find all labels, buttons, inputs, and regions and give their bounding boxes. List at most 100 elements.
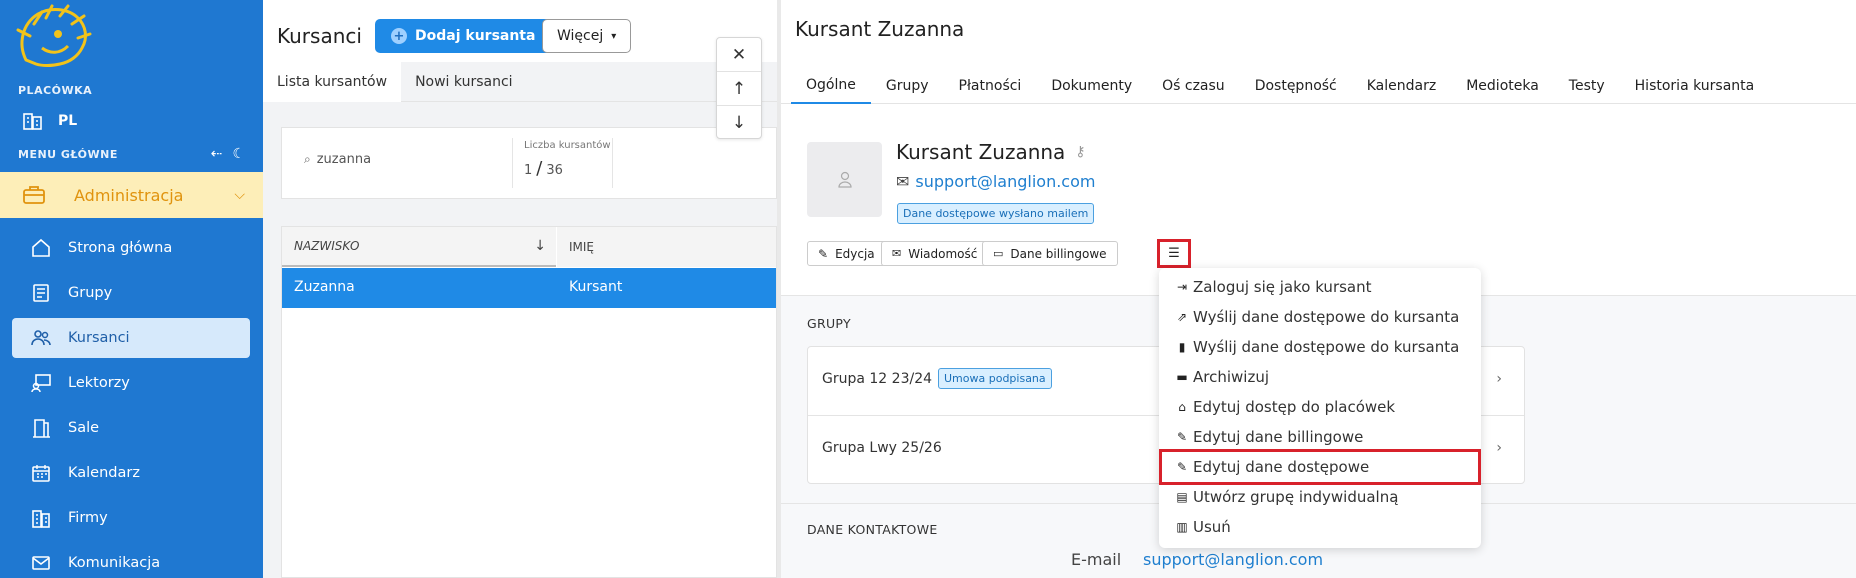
table-row[interactable]: Zuzanna Kursant	[282, 268, 776, 308]
tab-kalendarz[interactable]: Kalendarz	[1352, 68, 1451, 104]
student-name: Kursant Zuzanna ⚷	[896, 140, 1086, 164]
column-header-imie[interactable]: IMIĘ	[557, 227, 776, 267]
door-icon	[33, 419, 50, 438]
menu-item-create-individual-group[interactable]: ▤ Utwórz grupę indywidualną	[1175, 484, 1398, 510]
plus-circle-icon: +	[391, 28, 407, 44]
calendar-icon	[32, 465, 50, 482]
sidebar-item-sale[interactable]: Sale	[12, 408, 250, 448]
envelope-icon: ✉	[892, 247, 902, 260]
cell-surname: Zuzanna	[294, 279, 355, 295]
pencil-icon: ✎	[818, 246, 829, 261]
caret-down-icon: ▾	[611, 30, 617, 42]
envelope-icon	[32, 556, 50, 570]
tab-grupy[interactable]: Grupy	[871, 68, 944, 104]
avatar	[807, 142, 882, 217]
edit-button[interactable]: ✎ Edycja	[807, 241, 886, 266]
sidebar-item-label: Strona główna	[68, 240, 173, 256]
tab-medioteka[interactable]: Medioteka	[1451, 68, 1554, 104]
placowka-selector[interactable]: PL	[22, 111, 77, 131]
menu-item-label: Edytuj dostęp do placówek	[1193, 398, 1396, 416]
group-name: Grupa 12 23/24	[822, 371, 933, 387]
briefcase-icon	[23, 186, 45, 204]
arrow-up-icon[interactable]: ↑	[717, 72, 761, 106]
teacher-icon	[31, 374, 51, 393]
sidebar-item-label: Sale	[68, 420, 100, 436]
placowka-value: PL	[58, 113, 78, 129]
hamburger-menu-button[interactable]: ☰	[1157, 239, 1191, 268]
add-student-button[interactable]: + Dodaj kursanta	[375, 19, 552, 53]
sidebar-item-lektorzy[interactable]: Lektorzy	[12, 363, 250, 403]
menu-item-send-access-sms[interactable]: ▮ Wyślij dane dostępowe do kursanta	[1175, 334, 1460, 360]
tab-historia-kursanta[interactable]: Historia kursanta	[1620, 68, 1770, 104]
tab-dostepnosc[interactable]: Dostępność	[1240, 68, 1352, 104]
status-badge: Dane dostępowe wysłano mailem	[897, 203, 1095, 224]
tab-dokumenty[interactable]: Dokumenty	[1036, 68, 1147, 104]
sidebar-item-label: Komunikacja	[68, 555, 161, 571]
sidebar-item-komunikacja[interactable]: Komunikacja	[12, 543, 250, 578]
tab-os-czasu[interactable]: Oś czasu	[1147, 68, 1240, 104]
menu-item-edit-billing[interactable]: ✎ Edytuj dane billingowe	[1175, 424, 1363, 450]
cell-name: Kursant	[569, 279, 623, 295]
more-label: Więcej	[557, 28, 604, 44]
moon-icon[interactable]: ☾	[232, 146, 245, 162]
key-icon[interactable]: ⚷	[1075, 144, 1085, 160]
arrow-down-icon[interactable]: ↓	[717, 106, 761, 140]
sidebar-item-label: Lektorzy	[68, 375, 130, 391]
menu-item-label: Archiwizuj	[1193, 368, 1270, 386]
students-list-panel: Kursanci + Dodaj kursanta Więcej ▾ Lista…	[263, 0, 777, 578]
menu-item-delete[interactable]: ▥ Usuń	[1175, 514, 1230, 540]
billing-label: Dane billingowe	[1010, 246, 1107, 261]
user-placeholder-icon	[837, 171, 852, 188]
sidebar-item-kursanci[interactable]: Kursanci	[12, 318, 250, 358]
search-input[interactable]: ⌕ zuzanna	[304, 152, 371, 167]
student-email[interactable]: ✉ support@langlion.com	[896, 172, 1095, 191]
billing-button[interactable]: ▭ Dane billingowe	[982, 241, 1118, 266]
message-button[interactable]: ✉ Wiadomość	[881, 241, 989, 266]
sidebar-item-strona-glowna[interactable]: Strona główna	[12, 228, 250, 268]
building-icon	[23, 113, 42, 130]
trash-icon: ▥	[1176, 520, 1188, 534]
sidebar-item-firmy[interactable]: Firmy	[12, 498, 250, 538]
tab-platnosci[interactable]: Płatności	[944, 68, 1037, 104]
contact-email-value[interactable]: support@langlion.com	[1143, 550, 1323, 569]
student-name-text: Kursant Zuzanna	[896, 140, 1066, 164]
column-header-nazwisko[interactable]: NAZWISKO ↓	[282, 227, 556, 267]
message-label: Wiadomość	[908, 246, 978, 261]
list-body: ⌕ zuzanna Liczba kursantów 1/36 NAZWISKO…	[263, 102, 777, 578]
close-icon[interactable]: ✕	[717, 38, 761, 72]
contact-email-label: E-mail	[1071, 550, 1122, 569]
menu-item-label: Edytuj dane billingowe	[1193, 428, 1364, 446]
divider	[512, 138, 513, 188]
book-icon: ▤	[1176, 490, 1188, 504]
count-total: 36	[546, 163, 563, 178]
tab-lista-kursantow[interactable]: Lista kursantów	[263, 62, 402, 102]
count-current: 1	[524, 163, 533, 178]
users-icon	[31, 330, 51, 346]
menu-item-archive[interactable]: ▬ Archiwizuj	[1175, 364, 1269, 390]
mobile-icon: ▮	[1178, 340, 1186, 354]
edit-label: Edycja	[835, 246, 875, 261]
hamburger-icon: ☰	[1168, 246, 1180, 261]
more-button[interactable]: Więcej ▾	[542, 19, 632, 53]
chevron-right-icon: ›	[1496, 371, 1502, 387]
group-name: Grupa Lwy 25/26	[822, 440, 942, 456]
tab-nowi-kursanci[interactable]: Nowi kursanci	[401, 62, 526, 102]
sidebar-item-kalendarz[interactable]: Kalendarz	[12, 453, 250, 493]
add-student-label: Dodaj kursanta	[415, 28, 536, 44]
chevron-right-icon: ›	[1496, 440, 1502, 456]
student-email-text: support@langlion.com	[915, 172, 1096, 191]
menu-item-login-as-student[interactable]: ⇥ Zaloguj się jako kursant	[1175, 274, 1372, 300]
collapse-arrow-icon[interactable]: ⇠	[211, 146, 223, 162]
edit-icon: ✎	[1176, 430, 1188, 444]
administracja-menu[interactable]: Administracja ⌵	[0, 172, 263, 218]
lion-logo-icon[interactable]	[12, 4, 92, 70]
page-title: Kursanci	[277, 24, 362, 48]
tab-testy[interactable]: Testy	[1554, 68, 1620, 104]
menu-item-send-access-email[interactable]: ⇗ Wyślij dane dostępowe do kursanta	[1175, 304, 1459, 330]
building-icon	[32, 510, 50, 528]
sidebar-item-label: Grupy	[68, 285, 113, 301]
menu-item-edit-branch-access[interactable]: ⌂ Edytuj dostęp do placówek	[1175, 394, 1395, 420]
sidebar-item-grupy[interactable]: Grupy	[12, 273, 250, 313]
column-header-label: NAZWISKO	[294, 239, 360, 253]
tab-ogolne[interactable]: Ogólne	[791, 68, 871, 104]
